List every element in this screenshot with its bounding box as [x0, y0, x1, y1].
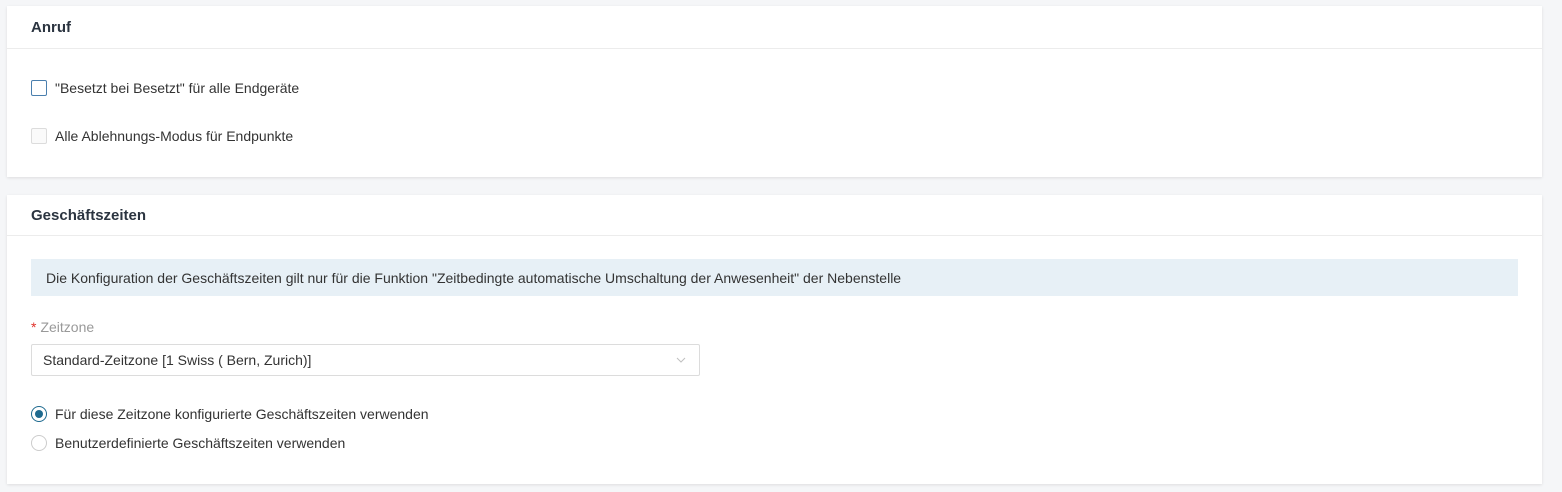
timezone-select-value: Standard-Zeitzone [1 Swiss ( Bern, Zuric… — [43, 352, 312, 368]
reject-mode-checkbox — [31, 128, 47, 144]
radio-selected-dot — [35, 410, 43, 418]
business-hours-section: Geschäftszeiten Die Konfiguration der Ge… — [7, 195, 1542, 484]
required-marker: * — [31, 319, 37, 335]
anruf-title: Anruf — [7, 6, 1542, 49]
reject-mode-option: Alle Ablehnungs-Modus für Endpunkte — [31, 128, 293, 144]
busy-on-busy-option[interactable]: "Besetzt bei Besetzt" für alle Endgeräte — [31, 80, 299, 96]
radio-option-custom[interactable]: Benutzerdefinierte Geschäftszeiten verwe… — [31, 435, 345, 451]
radio-configured[interactable] — [31, 406, 47, 422]
radio-configured-label: Für diese Zeitzone konfigurierte Geschäf… — [55, 406, 429, 422]
reject-mode-label: Alle Ablehnungs-Modus für Endpunkte — [55, 128, 294, 144]
busy-on-busy-checkbox[interactable] — [31, 80, 47, 96]
chevron-down-icon — [676, 357, 686, 363]
timezone-label-text: Zeitzone — [40, 319, 95, 335]
anruf-section: Anruf "Besetzt bei Besetzt" für alle End… — [7, 6, 1542, 177]
business-hours-info-text: Die Konfiguration der Geschäftszeiten gi… — [46, 269, 902, 286]
timezone-label: * Zeitzone — [31, 319, 94, 335]
radio-custom[interactable] — [31, 435, 47, 451]
business-hours-title: Geschäftszeiten — [7, 195, 1542, 236]
radio-custom-label: Benutzerdefinierte Geschäftszeiten verwe… — [55, 435, 346, 451]
timezone-select[interactable]: Standard-Zeitzone [1 Swiss ( Bern, Zuric… — [31, 344, 700, 376]
busy-on-busy-label: "Besetzt bei Besetzt" für alle Endgeräte — [55, 80, 300, 96]
radio-option-configured[interactable]: Für diese Zeitzone konfigurierte Geschäf… — [31, 406, 429, 422]
business-hours-info-banner: Die Konfiguration der Geschäftszeiten gi… — [31, 259, 1518, 296]
